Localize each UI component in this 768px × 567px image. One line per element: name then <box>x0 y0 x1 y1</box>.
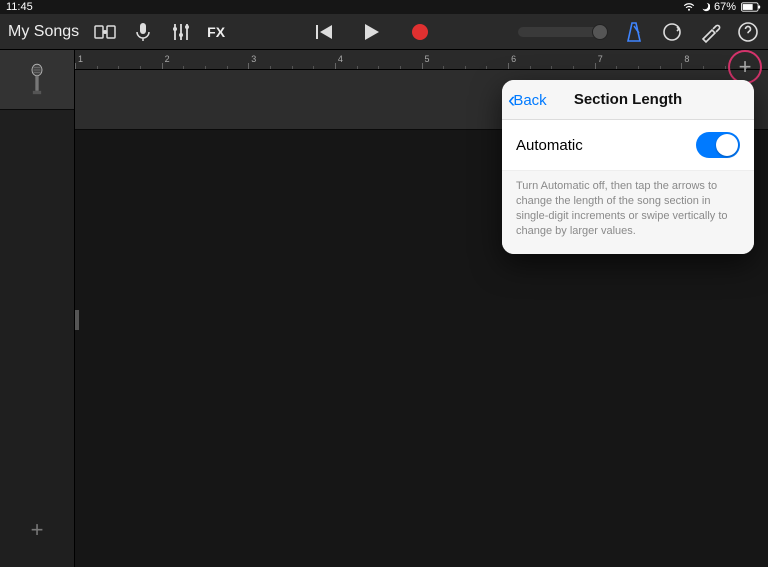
ruler-tick: 1 <box>78 54 83 64</box>
loop-icon[interactable] <box>660 20 684 44</box>
wifi-icon <box>682 2 696 12</box>
ruler-tick: 5 <box>425 54 430 64</box>
status-bar: 11:45 67% <box>0 0 768 14</box>
battery-pct: 67% <box>714 1 736 13</box>
ruler-tick: 8 <box>684 54 689 64</box>
fx-button[interactable]: FX <box>207 24 225 40</box>
playhead-handle[interactable] <box>75 310 79 330</box>
my-songs-button[interactable]: My Songs <box>8 23 79 41</box>
browser-icon[interactable] <box>93 20 117 44</box>
back-label: Back <box>513 92 546 109</box>
mixer-icon[interactable] <box>169 20 193 44</box>
track-header-mic[interactable] <box>0 50 74 110</box>
settings-icon[interactable] <box>698 20 722 44</box>
popover-header: ‹ Back Section Length <box>502 80 754 120</box>
ruler-tick: 4 <box>338 54 343 64</box>
top-toolbar: My Songs FX <box>0 14 768 50</box>
section-length-popover: ‹ Back Section Length Automatic Turn Aut… <box>502 80 754 254</box>
add-track-button[interactable]: + <box>0 517 74 543</box>
help-icon[interactable] <box>736 20 760 44</box>
track-mic-icon <box>27 63 47 97</box>
rewind-button[interactable] <box>312 20 336 44</box>
metronome-icon[interactable] <box>622 20 646 44</box>
popover-title: Section Length <box>574 91 682 108</box>
record-button[interactable] <box>408 20 432 44</box>
automatic-row: Automatic <box>502 120 754 171</box>
mic-icon[interactable] <box>131 20 155 44</box>
moon-icon <box>700 2 710 12</box>
automatic-label: Automatic <box>516 137 583 154</box>
ruler-tick: 2 <box>165 54 170 64</box>
popover-help-text: Turn Automatic off, then tap the arrows … <box>502 171 754 254</box>
ruler-tick: 3 <box>251 54 256 64</box>
ruler-tick: 6 <box>511 54 516 64</box>
timeline-ruler[interactable]: 1 2 3 4 5 6 7 8 <box>75 50 768 70</box>
plus-icon: + <box>31 517 44 543</box>
battery-icon <box>740 2 762 12</box>
status-right: 67% <box>682 1 762 13</box>
status-time: 11:45 <box>6 1 33 13</box>
track-header-column: + <box>0 50 75 567</box>
play-button[interactable] <box>360 20 384 44</box>
automatic-toggle[interactable] <box>696 132 740 158</box>
scrub-slider[interactable] <box>518 27 608 37</box>
ruler-tick: 7 <box>598 54 603 64</box>
back-button[interactable]: ‹ Back <box>508 80 547 120</box>
